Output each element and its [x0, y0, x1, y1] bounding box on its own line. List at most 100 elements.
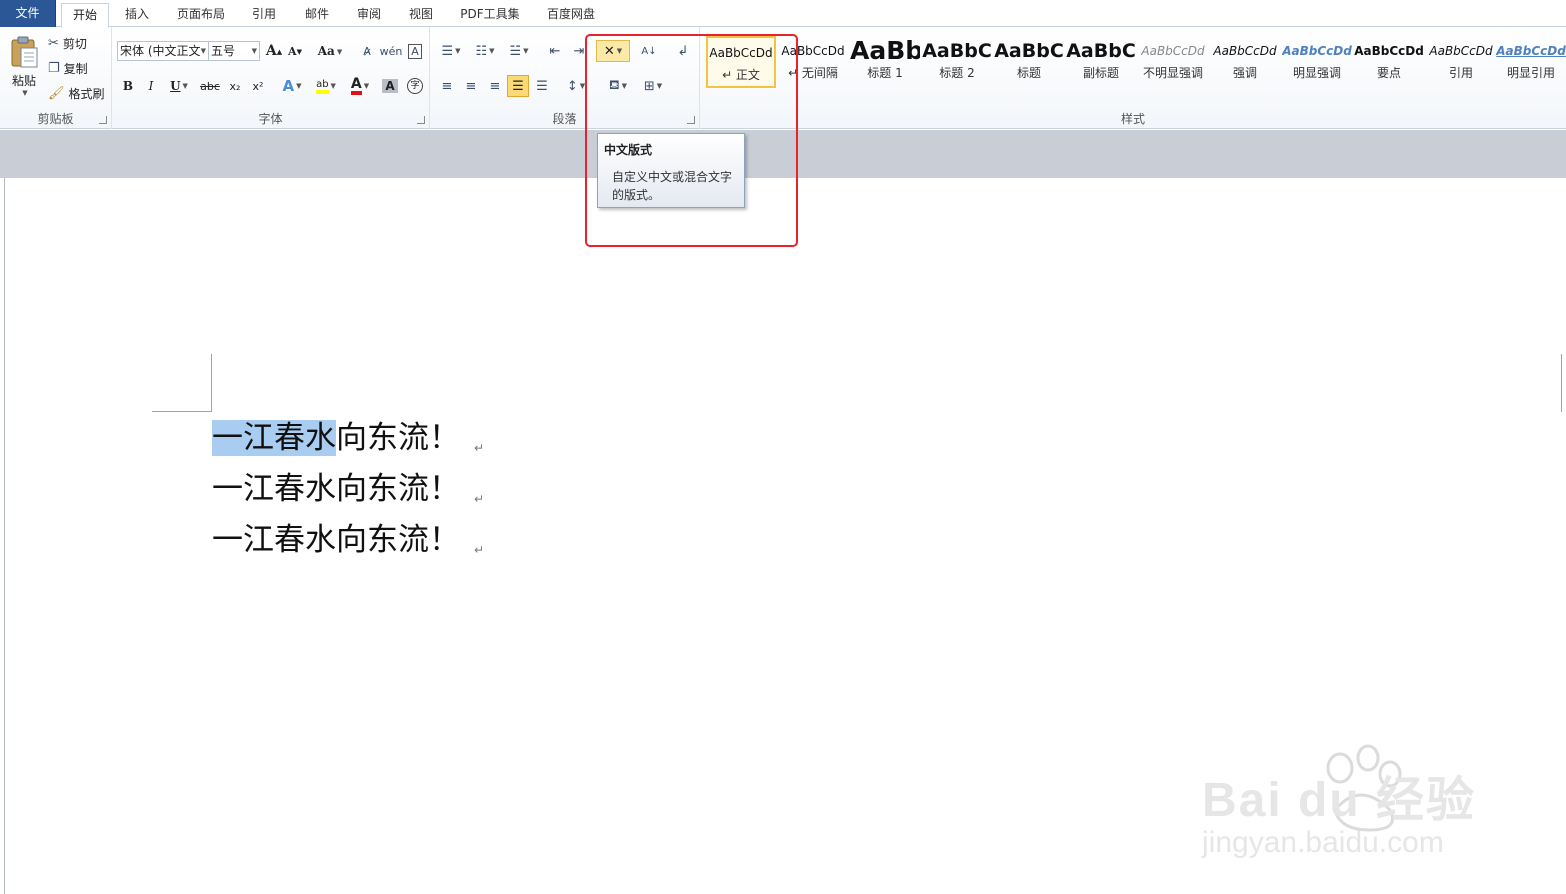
style-heading-2[interactable]: AaBbC 标题 2: [922, 36, 992, 88]
superscript-button[interactable]: x²: [247, 75, 269, 97]
chevron-down-icon: ▼: [489, 47, 495, 55]
tab-home[interactable]: 开始: [61, 3, 109, 28]
style-sample: AaBbCcDd: [709, 46, 773, 60]
style-sample: AaBbCcDd: [781, 44, 845, 58]
distributed-button[interactable]: ☰: [531, 75, 553, 97]
format-painter-label: 格式刷: [68, 86, 105, 101]
strikethrough-button[interactable]: abc: [198, 75, 222, 97]
tooltip-desc-line: 的版式。: [612, 188, 661, 202]
font-size-select[interactable]: 五号 ▼: [208, 41, 260, 61]
tab-insert[interactable]: 插入: [113, 3, 161, 27]
align-left-icon: ≡: [441, 78, 453, 94]
clipboard-group-label: 剪贴板: [37, 112, 74, 126]
sort-button[interactable]: A↓: [638, 40, 660, 62]
text-effects-button[interactable]: A ▼: [278, 75, 306, 97]
paragraph-line-3[interactable]: 一江春水向东流！ ↵: [212, 515, 484, 575]
chinese-layout-button[interactable]: ✕ ▼: [596, 40, 630, 62]
borders-button[interactable]: ⊞ ▼: [638, 75, 668, 97]
dialog-launcher-icon[interactable]: [417, 116, 425, 124]
character-border-button[interactable]: A: [404, 40, 426, 62]
font-color-button[interactable]: A ▼: [346, 75, 374, 97]
italic-button[interactable]: I: [141, 75, 161, 97]
grow-font-button[interactable]: A ▲: [264, 40, 284, 62]
tab-mailings[interactable]: 邮件: [296, 3, 338, 27]
clear-formatting-button[interactable]: A̷: [356, 40, 378, 62]
underline-button[interactable]: U ▼: [164, 75, 194, 97]
line-spacing-icon: ↕: [566, 78, 578, 94]
style-strong[interactable]: AaBbCcDd 要点: [1354, 36, 1424, 88]
style-name: 强调: [1232, 66, 1257, 80]
numbering-button[interactable]: ☷ ▼: [470, 40, 500, 62]
align-center-button[interactable]: ≡: [460, 75, 482, 97]
style-name: 要点: [1376, 66, 1401, 80]
format-painter-button[interactable]: 🖌 格式刷: [48, 83, 105, 103]
align-right-button[interactable]: ≡: [484, 75, 506, 97]
cut-button[interactable]: ✂ 剪切: [48, 33, 87, 53]
paste-button[interactable]: 粘贴 ▼: [4, 31, 44, 101]
style-subtle-emphasis[interactable]: AaBbCcDd 不明显强调: [1138, 36, 1208, 88]
tab-view[interactable]: 视图: [400, 3, 442, 27]
style-name: 明显强调: [1292, 66, 1341, 80]
bold-button[interactable]: B: [118, 75, 138, 97]
multilevel-list-icon: ☱: [509, 43, 522, 59]
subscript-button[interactable]: x₂: [224, 75, 246, 97]
paragraph-group-label: 段落: [552, 112, 577, 126]
chevron-down-icon: ▼: [22, 88, 28, 97]
enclose-characters-button[interactable]: 字: [404, 75, 426, 97]
style-intense-quote[interactable]: AaBbCcDd 明显引用: [1496, 36, 1566, 88]
copy-button[interactable]: ❐ 复制: [48, 58, 88, 78]
justify-button[interactable]: ☰: [507, 75, 529, 97]
bullets-button[interactable]: ☰ ▼: [436, 40, 466, 62]
style-sample: AaBbCcDd: [1141, 44, 1205, 58]
phonetic-guide-button[interactable]: wén: [380, 40, 403, 62]
style-name: 引用: [1448, 66, 1473, 80]
crop-mark: [211, 354, 212, 412]
style-normal[interactable]: AaBbCcDd ↵ 正文: [706, 36, 776, 88]
style-quote[interactable]: AaBbCcDd 引用: [1426, 36, 1496, 88]
increase-indent-button[interactable]: ⇥: [568, 40, 590, 62]
increase-indent-icon: ⇥: [573, 43, 585, 59]
highlight-color-button[interactable]: ab ▼: [310, 75, 342, 97]
decrease-indent-button[interactable]: ⇤: [544, 40, 566, 62]
paint-bucket-icon: ⛾: [608, 77, 620, 93]
shrink-font-button[interactable]: A ▼: [286, 40, 304, 62]
selected-text[interactable]: 一江春水: [212, 420, 336, 456]
dialog-launcher-icon[interactable]: [99, 116, 107, 124]
multilevel-list-button[interactable]: ☱ ▼: [504, 40, 534, 62]
chevron-down-icon: ▼: [182, 82, 188, 90]
style-no-spacing[interactable]: AaBbCcDd ↵ 无间隔: [778, 36, 848, 88]
chevron-down-icon: ▼: [330, 82, 336, 90]
chinese-layout-tooltip: 中文版式 自定义中文或混合文字 的版式。: [597, 133, 745, 208]
tab-page-layout[interactable]: 页面布局: [170, 3, 232, 27]
style-emphasis[interactable]: AaBbCcDd 强调: [1210, 36, 1280, 88]
line-spacing-button[interactable]: ↕ ▼: [562, 75, 590, 97]
dialog-launcher-icon[interactable]: [687, 116, 695, 124]
paragraph-mark-icon: ↵: [474, 543, 485, 557]
tab-review[interactable]: 审阅: [348, 3, 390, 27]
align-left-button[interactable]: ≡: [436, 75, 458, 97]
style-intense-emphasis[interactable]: AaBbCcDd 明显强调: [1282, 36, 1352, 88]
show-marks-button[interactable]: ↲: [672, 40, 694, 62]
shading-button[interactable]: ⛾ ▼: [602, 75, 634, 97]
font-family-select[interactable]: 宋体 (中文正文 ▼: [117, 41, 209, 61]
style-sample: AaBbC: [994, 40, 1064, 62]
tooltip-desc-line: 自定义中文或混合文字: [612, 170, 733, 184]
style-subtitle[interactable]: AaBbC 副标题: [1066, 36, 1136, 88]
tab-pdf-tools[interactable]: PDF工具集: [454, 3, 526, 27]
paste-label: 粘贴: [11, 73, 36, 88]
tab-baidu-netdisk[interactable]: 百度网盘: [538, 3, 604, 27]
style-title[interactable]: AaBbC 标题: [994, 36, 1064, 88]
chevron-down-icon: ▼: [523, 47, 529, 55]
tab-file[interactable]: 文件: [0, 0, 56, 27]
crop-mark: [1561, 354, 1562, 412]
styles-group-label: 样式: [1120, 112, 1145, 126]
style-sample: AaBbCcDd: [1496, 44, 1566, 58]
tab-references[interactable]: 引用: [244, 3, 284, 27]
change-case-button[interactable]: Aa ▼: [316, 40, 344, 62]
shading-a-icon: A: [382, 79, 398, 93]
character-shading-button[interactable]: A: [380, 75, 400, 97]
brush-icon: 🖌: [48, 85, 65, 101]
style-heading-1[interactable]: AaBb 标题 1: [850, 36, 920, 88]
font-family-value: 宋体 (中文正文: [120, 44, 201, 58]
font-color-icon: A: [350, 77, 362, 95]
